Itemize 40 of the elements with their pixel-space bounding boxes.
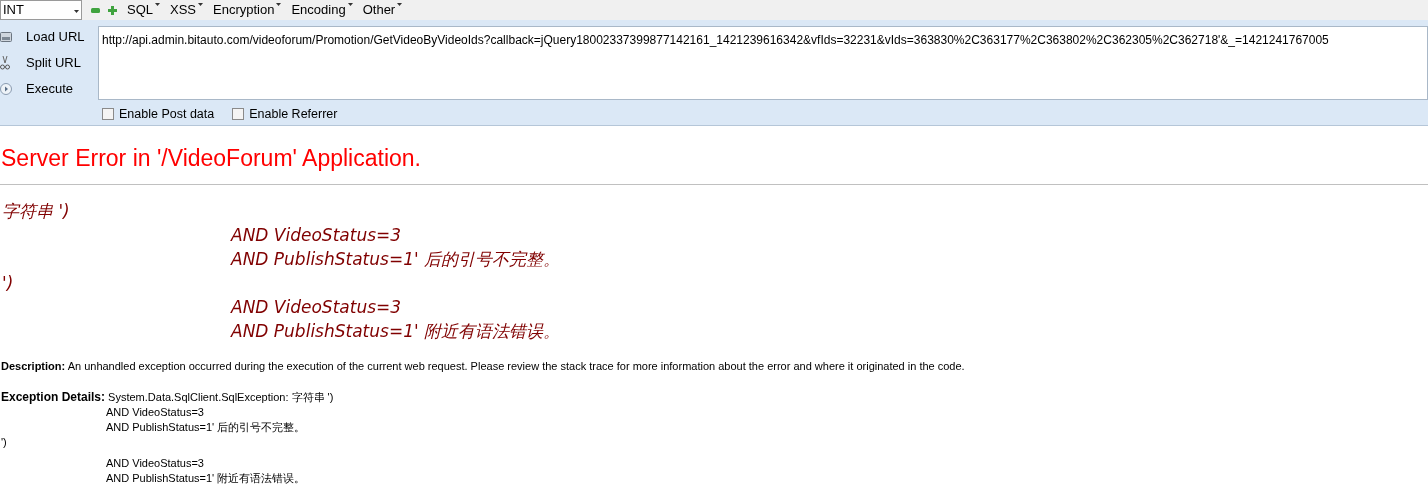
checkbox-label: Enable Post data — [119, 106, 215, 123]
exception-line: AND VideoStatus=3 — [106, 456, 204, 469]
exception-line: ') — [1, 435, 7, 448]
checkbox-label: Enable Referrer — [249, 106, 338, 123]
exception-line: AND PublishStatus=1' 附近有语法错误。 — [106, 471, 306, 484]
menu-button[interactable]: Other — [362, 0, 403, 20]
caret-icon — [198, 3, 204, 7]
error-message-line: AND VideoStatus=3 — [231, 225, 402, 245]
exception-line: AND VideoStatus=3 — [106, 405, 204, 418]
minus-icon[interactable] — [91, 7, 100, 13]
play-icon — [0, 83, 12, 95]
error-message-line: AND PublishStatus=1' 后的引号不完整。 — [231, 249, 561, 269]
caret-icon — [397, 3, 403, 7]
caret-icon — [155, 3, 160, 7]
error-title: Server Error in '/VideoForum' Application. — [1, 144, 421, 172]
description-label: Description: — [1, 360, 66, 372]
exception-line: AND PublishStatus=1' 后的引号不完整。 — [106, 420, 306, 433]
menu-button[interactable]: XSS — [170, 0, 204, 20]
plus-icon[interactable] — [108, 5, 117, 15]
error-message-line: 字符串 ') — [2, 201, 70, 221]
description-text: An unhandled exception occurred during the execution of the current web request. Please review the stack trace for more information about the error and where it originated in the code. — [67, 360, 965, 372]
mode-dropdown[interactable]: INT — [0, 0, 82, 20]
url-field[interactable]: http://api.admin.bitauto.com/videoforum/Promotion/GetVideoByVideoIds?callback=jQuery18002337399877142161_1421239616342&vfIds=32231&vIds=363830%2C363177%2C363802%2C362305%2C362718'&_=1421241767005 — [98, 26, 1428, 100]
checkbox[interactable] — [102, 108, 114, 121]
error-message-line: AND PublishStatus=1' 附近有语法错误。 — [231, 321, 561, 341]
action-button[interactable]: Execute — [26, 79, 73, 99]
caret-icon — [74, 10, 79, 13]
checkbox[interactable] — [232, 108, 245, 121]
menu-button[interactable]: SQL — [127, 0, 160, 20]
menu-button[interactable]: Encryption — [213, 0, 282, 20]
menu-button[interactable]: Encoding — [291, 0, 353, 20]
exception-line: System.Data.SqlClient.SqlException: 字符串 ') — [108, 390, 334, 403]
action-button[interactable]: Load URL — [26, 27, 85, 47]
error-message-line: AND VideoStatus=3 — [231, 297, 402, 317]
caret-icon — [347, 3, 353, 7]
details-label: Exception Details: — [1, 389, 106, 404]
caret-icon — [276, 3, 282, 7]
scissors-icon — [0, 56, 10, 70]
action-button[interactable]: Split URL — [26, 53, 81, 73]
error-message-line: ') — [2, 273, 14, 293]
